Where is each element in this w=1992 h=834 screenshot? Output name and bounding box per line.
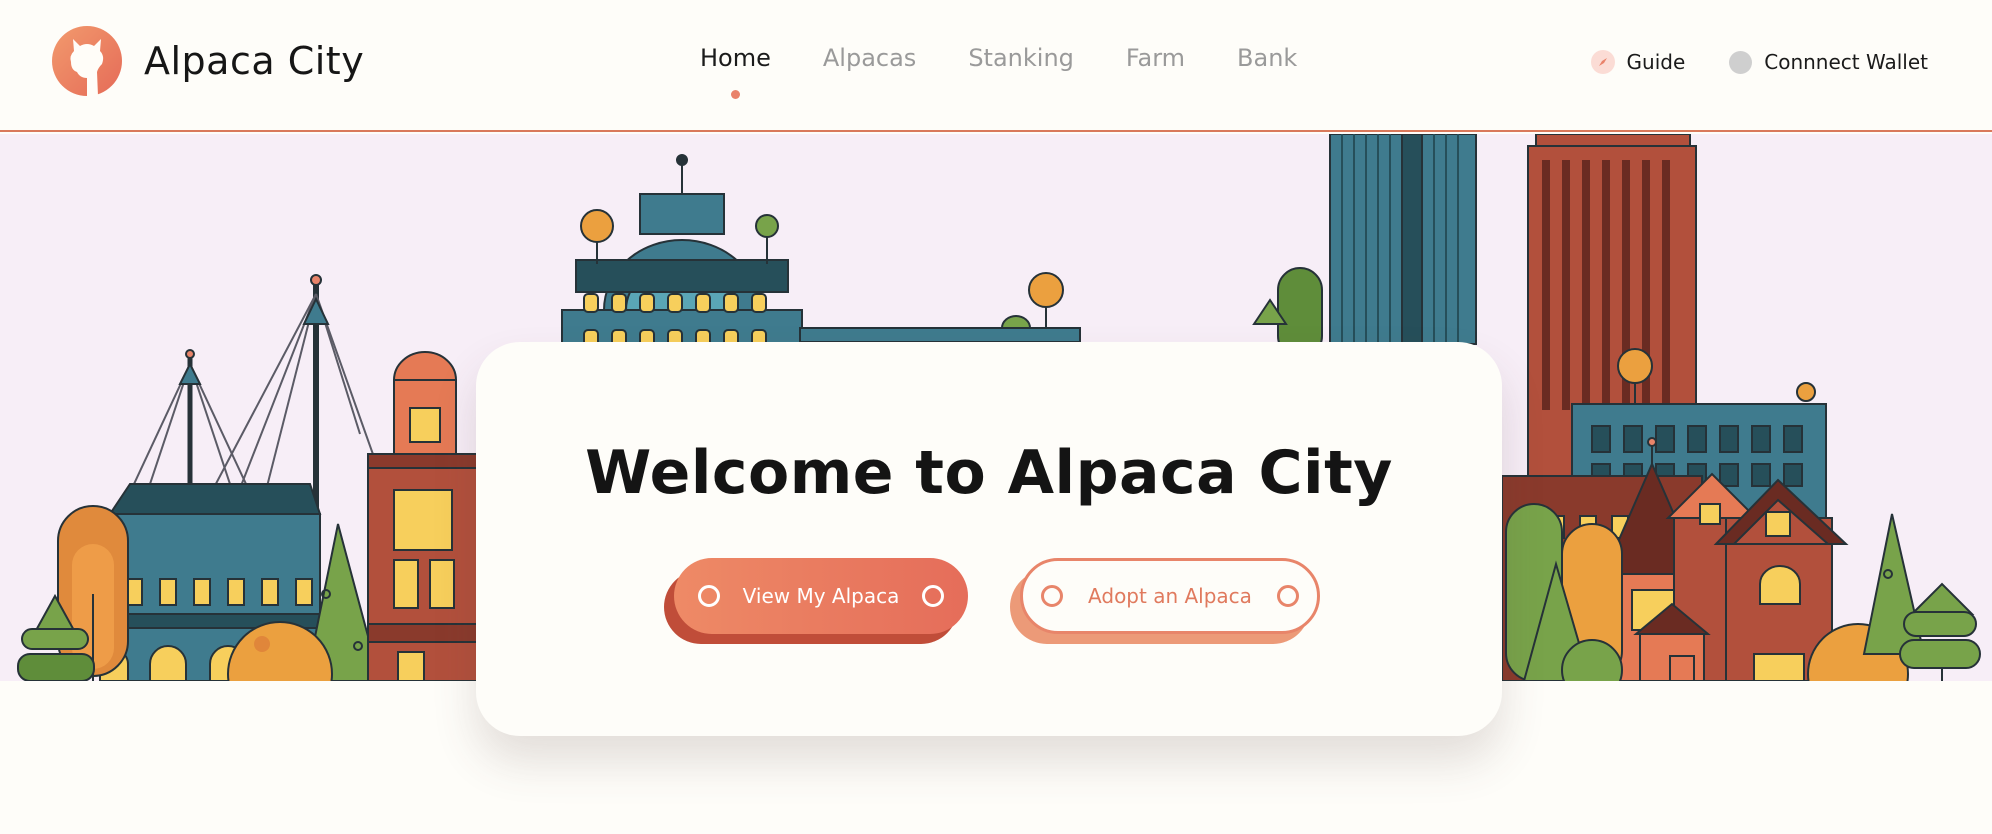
adopt-an-alpaca-label: Adopt an Alpaca <box>1088 584 1252 608</box>
welcome-card: Welcome to Alpaca City View My Alpaca Ad… <box>476 342 1502 736</box>
nav-bank-label: Bank <box>1237 44 1298 72</box>
ring-right-icon <box>922 585 944 607</box>
ring-left-icon <box>1041 585 1063 607</box>
nav-farm[interactable]: Farm <box>1126 44 1185 72</box>
welcome-title: Welcome to Alpaca City <box>585 438 1393 508</box>
brand-home-link[interactable]: Alpaca City <box>52 26 364 96</box>
nav-alpacas[interactable]: Alpacas <box>823 44 916 72</box>
nav-stanking[interactable]: Stanking <box>968 44 1074 72</box>
guide-button[interactable]: Guide <box>1590 50 1686 74</box>
guide-label: Guide <box>1626 50 1686 74</box>
nav-stanking-label: Stanking <box>968 44 1074 72</box>
active-indicator-dot <box>731 90 741 99</box>
adopt-an-alpaca-face: Adopt an Alpaca <box>1020 558 1320 634</box>
ring-right-icon <box>1277 585 1299 607</box>
main-nav: Home Alpacas Stanking Farm Bank <box>700 44 1349 99</box>
wallet-status-dot-icon <box>1729 50 1753 74</box>
view-my-alpaca-button[interactable]: View My Alpaca <box>664 558 968 644</box>
connect-wallet-button[interactable]: Connnect Wallet <box>1685 50 1928 74</box>
alpaca-head-icon <box>52 26 122 96</box>
nav-alpacas-label: Alpacas <box>822 44 917 72</box>
top-navigation-bar: Alpaca City Home Alpacas Stanking Farm B… <box>0 0 1992 132</box>
brand-name: Alpaca City <box>144 39 365 83</box>
nav-home[interactable]: Home <box>700 44 771 99</box>
view-my-alpaca-label: View My Alpaca <box>742 584 900 608</box>
nav-farm-label: Farm <box>1125 44 1186 72</box>
nav-home-label: Home <box>700 44 771 72</box>
nav-bank[interactable]: Bank <box>1237 44 1297 72</box>
adopt-an-alpaca-button[interactable]: Adopt an Alpaca <box>1010 558 1320 644</box>
ring-left-icon <box>698 585 720 607</box>
view-my-alpaca-face: View My Alpaca <box>674 558 968 634</box>
header-actions: Guide Connnect Wallet <box>1590 50 1928 74</box>
compass-icon <box>1590 50 1615 74</box>
connect-wallet-label: Connnect Wallet <box>1764 50 1928 74</box>
